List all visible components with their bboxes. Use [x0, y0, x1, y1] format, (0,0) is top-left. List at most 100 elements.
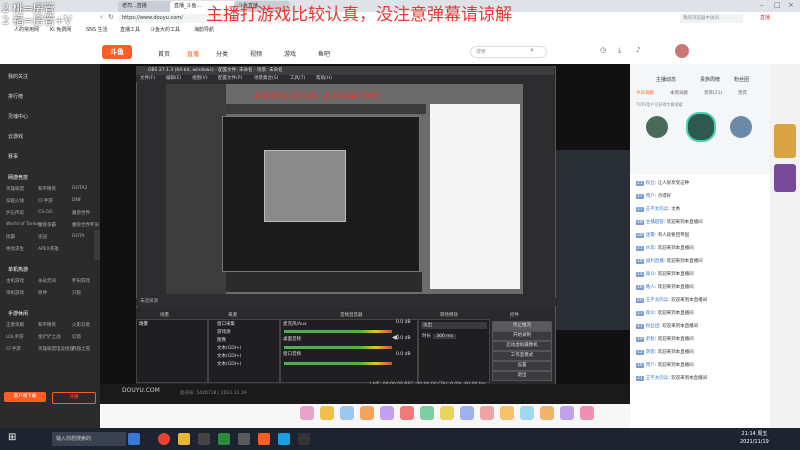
game-link[interactable]: 永劫无间: [38, 278, 56, 284]
start-live-button[interactable]: 开播: [52, 392, 96, 404]
gift-icon[interactable]: [300, 406, 314, 420]
bookmark-item[interactable]: 直播工具: [120, 26, 140, 35]
taskbar-search-input[interactable]: 输入你想搜索的: [52, 432, 126, 446]
studio-mode-button[interactable]: 工作室模式: [492, 351, 552, 361]
gift-icon[interactable]: [460, 406, 474, 420]
rank-subtab[interactable]: 贵宾(21): [704, 90, 722, 96]
gift-icon[interactable]: [420, 406, 434, 420]
windows-start-icon[interactable]: ⊞: [8, 432, 16, 443]
gift-icon[interactable]: [320, 406, 334, 420]
nav-video[interactable]: 视频: [250, 49, 262, 58]
folder-icon[interactable]: [178, 433, 190, 445]
game-link[interactable]: 魔兽争霸: [38, 222, 56, 228]
scenes-list[interactable]: 场景: [136, 319, 208, 383]
app-icon[interactable]: [278, 433, 290, 445]
nav-home[interactable]: 首页: [158, 49, 170, 58]
gift-icon[interactable]: [520, 406, 534, 420]
game-link[interactable]: CF手游: [38, 198, 53, 204]
source-item[interactable]: 窗口采集: [209, 320, 279, 328]
sidebar-item-follow[interactable]: 我的关注: [8, 73, 28, 80]
obs-menu-edit[interactable]: 编辑(E): [166, 75, 181, 81]
exit-button[interactable]: 退出: [492, 371, 552, 381]
game-link[interactable]: 火影忍者: [72, 322, 90, 328]
game-link[interactable]: 穿越火线: [6, 198, 24, 204]
stop-stream-button[interactable]: 停止推流: [492, 321, 552, 331]
game-link[interactable]: 逆战: [38, 234, 47, 240]
game-link[interactable]: 和平精英: [38, 322, 56, 328]
source-item[interactable]: 游戏源: [209, 328, 279, 336]
rank-tab[interactable]: 粉丝团: [734, 76, 749, 83]
nav-fishbar[interactable]: 鱼吧: [318, 49, 330, 58]
gift-icon[interactable]: [360, 406, 374, 420]
gift-icon[interactable]: [580, 406, 594, 420]
game-link[interactable]: DNF: [72, 198, 81, 203]
event-badge-icon[interactable]: [774, 124, 796, 158]
gift-icon[interactable]: [540, 406, 554, 420]
gift-icon[interactable]: [440, 406, 454, 420]
search-icon[interactable]: ⌕: [530, 46, 534, 55]
obs-menu-tools[interactable]: 工具(T): [290, 75, 305, 81]
minimize-icon[interactable]: –: [760, 1, 764, 9]
game-link[interactable]: DOTA2: [72, 186, 87, 191]
obs-menu-view[interactable]: 视图(V): [192, 75, 208, 81]
source-item[interactable]: 文本(GDI+): [209, 360, 279, 368]
app-icon[interactable]: [198, 433, 210, 445]
game-link[interactable]: 英雄联盟电竞经理: [38, 346, 74, 352]
game-link[interactable]: 街霸: [6, 234, 15, 240]
game-link[interactable]: 金铲铲之战: [38, 334, 61, 340]
game-link[interactable]: 怀旧游戏: [72, 278, 90, 284]
nav-category[interactable]: 分类: [216, 49, 228, 58]
scene-item[interactable]: 场景: [137, 320, 207, 328]
game-link[interactable]: CF手游: [6, 346, 21, 352]
rank-subtab[interactable]: 贵宾: [738, 90, 747, 96]
source-item[interactable]: 文本(GDI+): [209, 344, 279, 352]
game-link[interactable]: LOL手游: [6, 334, 23, 340]
sidebar-item-center[interactable]: 灵魂中心: [8, 113, 28, 120]
gift-icon[interactable]: [380, 406, 394, 420]
rank-tab[interactable]: 主播动态: [656, 76, 676, 83]
gift-icon[interactable]: [340, 406, 354, 420]
game-link[interactable]: 绝地求生: [6, 246, 24, 252]
sources-list[interactable]: 窗口采集 游戏源 图像 文本(GDI+) 文本(GDI+) 文本(GDI+): [208, 319, 280, 383]
game-link[interactable]: CS:GO: [38, 210, 53, 215]
gift-icon[interactable]: [400, 406, 414, 420]
back-icon[interactable]: ‹: [100, 13, 103, 21]
game-link[interactable]: 英雄联盟: [6, 186, 24, 192]
app-icon[interactable]: [218, 433, 230, 445]
game-link[interactable]: DOTA: [72, 234, 85, 239]
nav-live[interactable]: 直播: [187, 49, 199, 58]
game-link[interactable]: 炉石传说: [6, 210, 24, 216]
douyu-logo[interactable]: 斗鱼: [102, 45, 132, 59]
history-icon[interactable]: ◷: [600, 46, 606, 54]
top-right-label[interactable]: 直播: [760, 14, 770, 21]
download-icon[interactable]: ⤓: [618, 46, 621, 55]
douyu-app-icon[interactable]: [258, 433, 270, 445]
duration-input[interactable]: 300 ms: [433, 334, 456, 339]
avatar[interactable]: [675, 44, 689, 58]
sidebar-item-match[interactable]: 赛事: [8, 153, 18, 160]
site-search-input[interactable]: 搜索: [470, 46, 547, 58]
browser-tab[interactable]: 老司...直播: [118, 1, 174, 12]
game-link[interactable]: 魔兽世界: [72, 210, 90, 216]
obs-menu-profile[interactable]: 配置文件(P): [218, 75, 242, 81]
rank-subtab[interactable]: 今日贡献: [636, 90, 654, 96]
gift-icon[interactable]: [500, 406, 514, 420]
start-recording-button[interactable]: 开始录制: [492, 331, 552, 341]
nav-game[interactable]: 游戏: [284, 49, 296, 58]
bookmark-item[interactable]: SNS 生活: [86, 26, 108, 35]
game-link[interactable]: 月圆之夜: [72, 346, 90, 352]
game-link[interactable]: 单机游戏: [6, 290, 24, 296]
bell-icon[interactable]: ♪: [636, 46, 640, 54]
game-link[interactable]: 魔兽世界怀旧: [72, 222, 99, 228]
source-item[interactable]: 图像: [209, 336, 279, 344]
bookmark-item[interactable]: 斗鱼大的工具: [150, 26, 180, 35]
obs-app-icon[interactable]: [238, 433, 250, 445]
virtual-camera-button[interactable]: 启动虚拟摄像机: [492, 341, 552, 351]
bookmark-item[interactable]: 海韵导航: [194, 26, 214, 35]
event-badge-icon[interactable]: [774, 164, 796, 192]
browser-app-icon[interactable]: [128, 433, 140, 445]
game-link[interactable]: 原神: [38, 290, 47, 296]
rank-avatar[interactable]: [686, 112, 716, 142]
game-link[interactable]: 和平精英: [38, 186, 56, 192]
settings-button[interactable]: 设置: [492, 361, 552, 371]
